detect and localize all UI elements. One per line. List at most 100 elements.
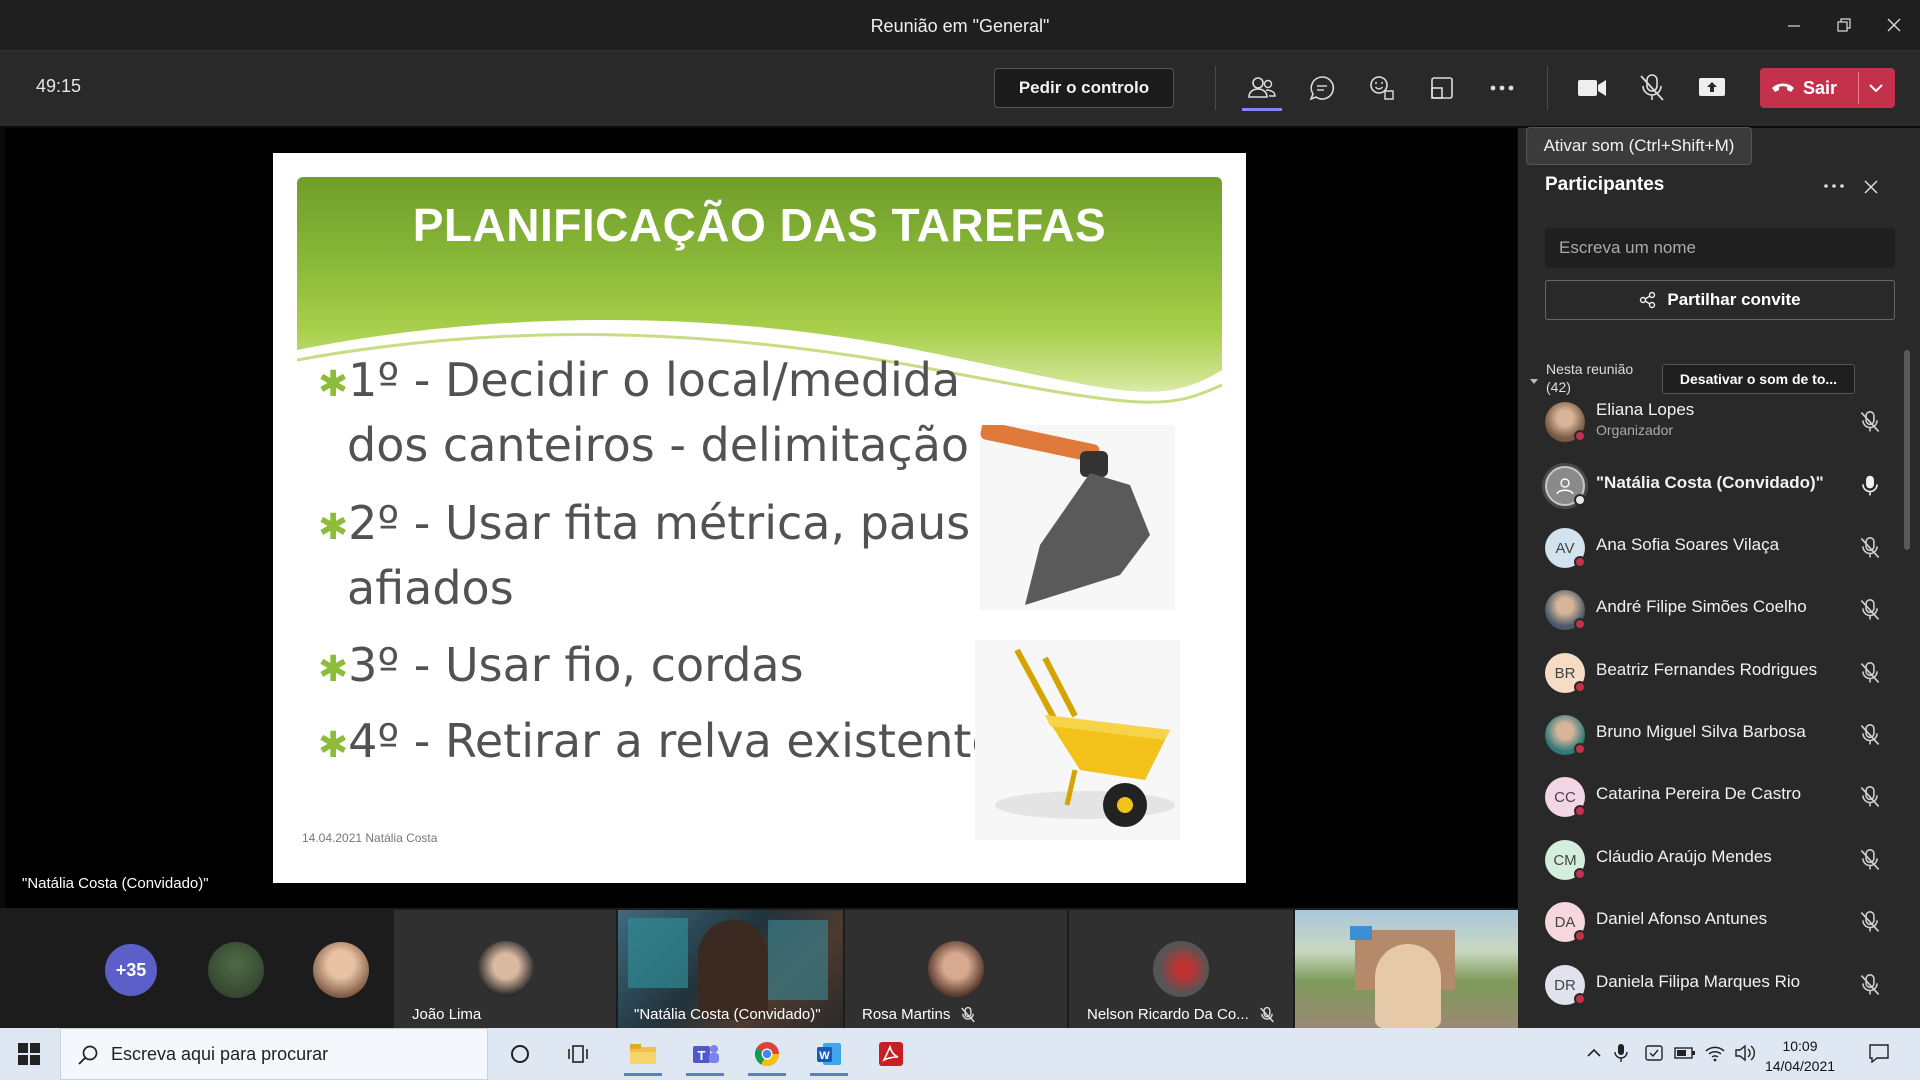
chat-icon[interactable] bbox=[1302, 68, 1342, 108]
presence-status-icon bbox=[1574, 805, 1586, 817]
participant-row[interactable]: AV Ana Sofia Soares Vilaça bbox=[1545, 524, 1895, 576]
avatar[interactable] bbox=[208, 942, 264, 998]
panel-scrollbar[interactable] bbox=[1904, 350, 1910, 550]
mic-muted-icon[interactable] bbox=[1859, 723, 1885, 749]
request-control-button[interactable]: Pedir o controlo bbox=[994, 68, 1174, 108]
panel-more-icon[interactable] bbox=[1822, 176, 1846, 201]
mute-all-button[interactable]: Desativar o som de to... bbox=[1662, 364, 1855, 394]
in-meeting-label: Nesta reunião bbox=[1546, 361, 1634, 377]
participant-row[interactable]: "Natália Costa (Convidado)" bbox=[1545, 462, 1895, 514]
participant-name: Beatriz Fernandes Rodrigues bbox=[1596, 660, 1818, 679]
mic-muted-icon bbox=[1260, 1006, 1274, 1023]
video-tile[interactable]: Nelson Ricardo Da Co... bbox=[1069, 910, 1293, 1028]
slide-bullet-continuation: afiados bbox=[347, 561, 514, 615]
mic-muted-icon[interactable] bbox=[1859, 536, 1885, 562]
bullet-star-icon: ✱ bbox=[318, 364, 349, 405]
more-participants-badge[interactable]: +35 bbox=[105, 944, 157, 996]
video-tile[interactable]: João Lima bbox=[394, 910, 616, 1028]
participant-search-input[interactable] bbox=[1545, 228, 1895, 268]
panel-title: Participantes bbox=[1545, 174, 1665, 195]
participant-row[interactable]: André Filipe Simões Coelho bbox=[1545, 586, 1895, 638]
participant-row[interactable]: Eliana Lopes Organizador bbox=[1545, 398, 1895, 450]
cortana-icon[interactable] bbox=[495, 1032, 545, 1076]
mic-icon[interactable] bbox=[1859, 474, 1885, 500]
mic-muted-icon[interactable] bbox=[1859, 785, 1885, 811]
mic-muted-icon bbox=[961, 1006, 975, 1023]
battery-icon[interactable] bbox=[1674, 1045, 1696, 1066]
acrobat-icon[interactable] bbox=[866, 1032, 916, 1076]
collapse-chevron-icon[interactable] bbox=[1529, 372, 1539, 390]
chrome-icon[interactable] bbox=[742, 1032, 792, 1076]
avatar[interactable] bbox=[313, 942, 369, 998]
leave-divider bbox=[1858, 72, 1859, 104]
participants-icon[interactable] bbox=[1242, 68, 1282, 108]
camera-icon[interactable] bbox=[1572, 68, 1612, 108]
toolbar-divider bbox=[1547, 66, 1548, 110]
word-icon[interactable]: W bbox=[804, 1032, 854, 1076]
video-tile[interactable] bbox=[1295, 910, 1518, 1028]
video-tile[interactable]: "Natália Costa (Convidado)" bbox=[618, 910, 843, 1028]
share-screen-icon[interactable] bbox=[1692, 68, 1732, 108]
slide-bullet-text: 2º - Usar fita métrica, paus bbox=[348, 496, 971, 550]
active-app-indicator bbox=[810, 1073, 848, 1076]
slide-bullet-continuation: dos canteiros - delimitação bbox=[347, 418, 970, 472]
participant-name: André Filipe Simões Coelho bbox=[1596, 597, 1807, 616]
mic-muted-icon[interactable] bbox=[1859, 598, 1885, 624]
slide-bullet-text: 3º - Usar fio, cordas bbox=[348, 638, 804, 692]
mic-muted-icon[interactable] bbox=[1859, 973, 1885, 999]
video-tile[interactable]: Rosa Martins bbox=[845, 910, 1067, 1028]
close-icon[interactable] bbox=[1864, 0, 1920, 50]
show-hidden-icons[interactable] bbox=[1586, 1045, 1602, 1066]
teams-icon[interactable]: T bbox=[680, 1032, 730, 1076]
mic-muted-icon[interactable] bbox=[1859, 410, 1885, 436]
reactions-icon[interactable] bbox=[1362, 68, 1402, 108]
close-panel-icon[interactable] bbox=[1862, 178, 1880, 201]
slide-bullet: ✱3º - Usar fio, cordas bbox=[318, 638, 804, 692]
video-person bbox=[698, 920, 768, 1020]
more-options-icon[interactable] bbox=[1482, 68, 1522, 108]
participant-row[interactable]: BR Beatriz Fernandes Rodrigues bbox=[1545, 649, 1895, 701]
taskbar-clock[interactable]: 10:09 14/04/2021 bbox=[1760, 1036, 1840, 1076]
chevron-down-icon[interactable] bbox=[1866, 78, 1886, 103]
in-meeting-section-header[interactable]: Nesta reunião (42) bbox=[1546, 360, 1633, 396]
in-meeting-count: (42) bbox=[1546, 379, 1571, 395]
microphone-tray-icon[interactable] bbox=[1614, 1043, 1628, 1068]
notifications-icon[interactable] bbox=[1868, 1043, 1890, 1068]
slide-bullet: ✱2º - Usar fita métrica, paus bbox=[318, 496, 970, 550]
toolbar-divider bbox=[1215, 66, 1216, 110]
participant-row[interactable]: CM Cláudio Araújo Mendes bbox=[1545, 836, 1895, 888]
participant-name: Daniela Filipa Marques Rio bbox=[1596, 972, 1801, 991]
participant-name: Daniel Afonso Antunes bbox=[1596, 909, 1768, 928]
file-explorer-icon[interactable] bbox=[618, 1032, 668, 1076]
share-invite-button[interactable]: Partilhar convite bbox=[1545, 280, 1895, 320]
participant-role: Organizador bbox=[1596, 422, 1674, 438]
wifi-icon[interactable] bbox=[1704, 1043, 1726, 1068]
mic-muted-icon[interactable] bbox=[1859, 661, 1885, 687]
breakout-rooms-icon[interactable] bbox=[1422, 68, 1462, 108]
participant-name: Cláudio Araújo Mendes bbox=[1596, 847, 1772, 866]
avatar bbox=[928, 941, 984, 997]
presence-status-icon bbox=[1574, 868, 1586, 880]
hoe-image bbox=[980, 425, 1175, 610]
participant-row[interactable]: CC Catarina Pereira De Castro bbox=[1545, 773, 1895, 825]
windows-start-icon[interactable] bbox=[18, 1043, 40, 1070]
mic-muted-icon[interactable] bbox=[1632, 68, 1672, 108]
participant-row[interactable]: DA Daniel Afonso Antunes bbox=[1545, 898, 1895, 950]
participant-row[interactable]: Bruno Miguel Silva Barbosa bbox=[1545, 711, 1895, 763]
tile-name: "Natália Costa (Convidado)" bbox=[634, 1006, 821, 1023]
task-view-icon[interactable] bbox=[555, 1032, 605, 1076]
slide-bullet-text: 1º - Decidir o local/medida bbox=[348, 353, 961, 407]
bullet-star-icon: ✱ bbox=[318, 725, 349, 766]
participant-row[interactable]: DR Daniela Filipa Marques Rio bbox=[1545, 961, 1895, 1013]
volume-icon[interactable] bbox=[1734, 1043, 1756, 1068]
video-background bbox=[768, 920, 828, 1000]
presence-status-icon bbox=[1574, 494, 1586, 506]
security-tray-icon[interactable] bbox=[1644, 1043, 1664, 1068]
leave-label: Sair bbox=[1803, 78, 1838, 98]
clock-date: 14/04/2021 bbox=[1764, 1058, 1836, 1074]
slide-title: PLANIFICAÇÃO DAS TAREFAS bbox=[412, 199, 1107, 251]
active-app-indicator bbox=[624, 1073, 662, 1076]
mic-muted-icon[interactable] bbox=[1859, 848, 1885, 874]
mic-muted-icon[interactable] bbox=[1859, 910, 1885, 936]
taskbar-search-box[interactable]: Escreva aqui para procurar bbox=[60, 1028, 488, 1080]
